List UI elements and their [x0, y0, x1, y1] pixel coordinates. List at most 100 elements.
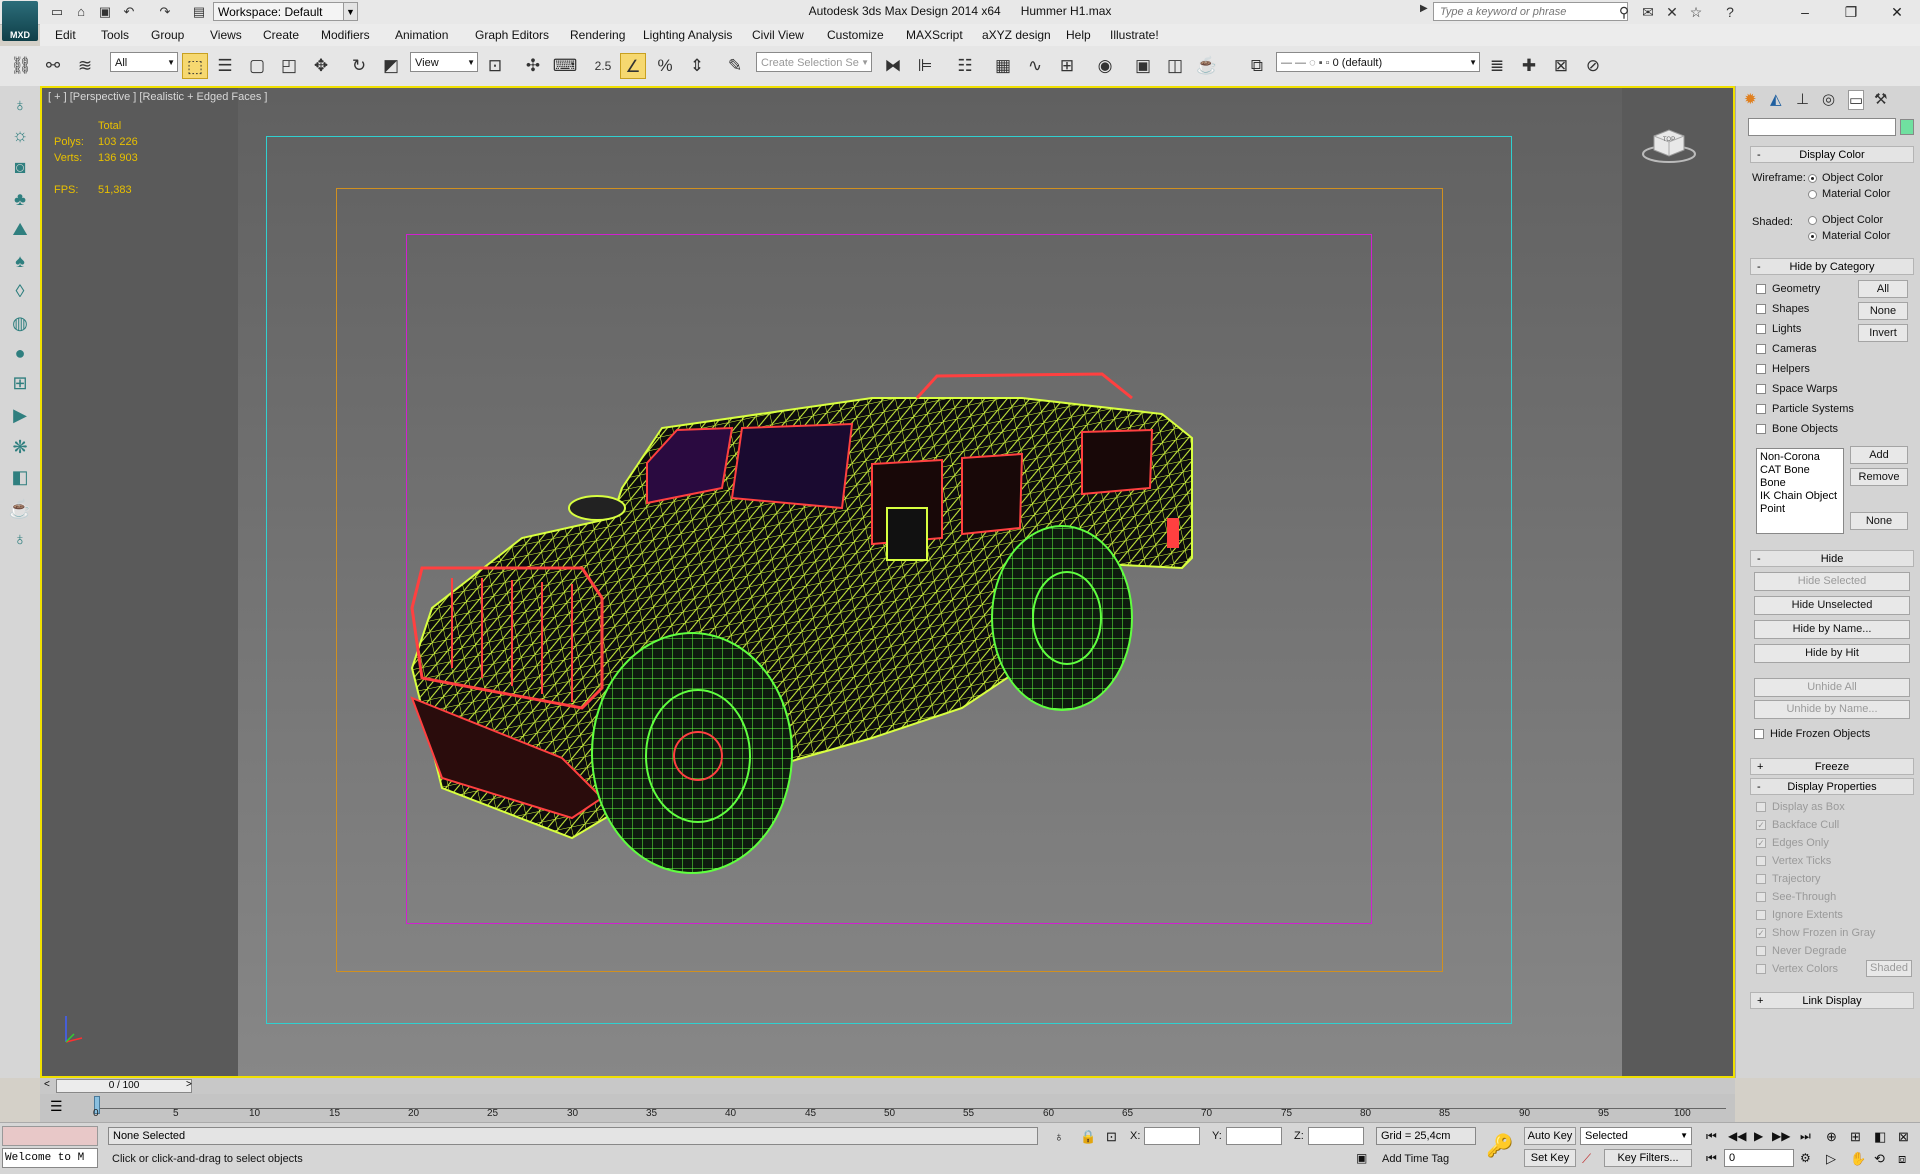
- viewcube-icon[interactable]: TOP: [1642, 124, 1696, 164]
- open-file-icon[interactable]: ⌂: [72, 3, 90, 20]
- display-color-rollout[interactable]: - Display Color: [1750, 146, 1914, 163]
- maxscript-mini-listener[interactable]: Welcome to M: [2, 1148, 98, 1168]
- object-name-input[interactable]: [1748, 118, 1896, 136]
- key-mode-toggle-icon[interactable]: ⏮: [1706, 1151, 1717, 1166]
- hierarchy-tab-icon[interactable]: ⊥: [1796, 90, 1809, 108]
- populate-icon[interactable]: ♣: [6, 186, 34, 212]
- absolute-relative-toggle-icon[interactable]: ⊡: [1106, 1129, 1117, 1145]
- maximize-viewport-icon[interactable]: ⧈: [1898, 1151, 1906, 1167]
- shapes-checkbox[interactable]: [1756, 304, 1766, 314]
- menu-views[interactable]: Views: [210, 24, 242, 46]
- pivot-center-icon[interactable]: ⊡: [482, 53, 508, 79]
- maxscript-mini-listener-top[interactable]: [2, 1126, 98, 1146]
- bone-objects-checkbox[interactable]: [1756, 424, 1766, 434]
- layer-properties-icon[interactable]: ⧉: [1244, 53, 1270, 79]
- never-degrade-checkbox[interactable]: [1756, 946, 1766, 956]
- link-display-rollout[interactable]: + Link Display: [1750, 992, 1914, 1009]
- zoom-icon[interactable]: ⊕: [1826, 1129, 1837, 1145]
- unlink-icon[interactable]: ⚯: [40, 53, 66, 79]
- hummer-wireframe-model[interactable]: [402, 368, 1382, 1008]
- object-color-swatch[interactable]: [1900, 119, 1914, 135]
- add-time-tag-button[interactable]: Add Time Tag: [1382, 1153, 1449, 1165]
- y-coordinate-field[interactable]: [1226, 1127, 1282, 1145]
- maximize-button[interactable]: ❐: [1828, 0, 1874, 24]
- select-by-name-icon[interactable]: ☰: [212, 53, 238, 79]
- binoculars-icon[interactable]: ⚲: [1614, 3, 1634, 21]
- show-frozen-gray-checkbox[interactable]: ✓: [1756, 928, 1766, 938]
- play-arrow-icon[interactable]: ▶: [1420, 3, 1430, 14]
- menu-civil-view[interactable]: Civil View: [752, 24, 804, 46]
- bulb-settings-icon[interactable]: ♁: [6, 526, 34, 552]
- create-layer-icon[interactable]: ≣: [1484, 53, 1510, 79]
- list-item[interactable]: CAT Bone: [1760, 464, 1840, 477]
- curve-editor-icon[interactable]: ∿: [1022, 53, 1048, 79]
- angle-snap-icon[interactable]: ∠: [620, 53, 646, 79]
- modify-tab-icon[interactable]: ◭: [1770, 90, 1782, 108]
- sphere-icon[interactable]: ●: [6, 340, 34, 366]
- terrain-icon[interactable]: ⛰: [6, 216, 34, 242]
- grid-icon[interactable]: ⊞: [6, 370, 34, 396]
- redo-icon[interactable]: ↷: [156, 3, 174, 20]
- scale-icon[interactable]: ◩: [378, 53, 404, 79]
- render-setup-icon[interactable]: ▣: [1130, 53, 1156, 79]
- undo-icon[interactable]: ↶: [120, 3, 138, 20]
- selection-filter-dropdown[interactable]: All ▼: [110, 52, 178, 72]
- none-button[interactable]: None: [1858, 302, 1908, 320]
- layer-manager-icon[interactable]: ☷: [952, 53, 978, 79]
- next-frame-icon[interactable]: >: [186, 1079, 192, 1090]
- link-icon[interactable]: ⛓: [8, 53, 34, 79]
- key-filters-button[interactable]: Key Filters...: [1604, 1149, 1692, 1167]
- add-to-layer-icon[interactable]: ✚: [1516, 53, 1542, 79]
- list-none-button[interactable]: None: [1850, 512, 1908, 530]
- list-item[interactable]: Point: [1760, 503, 1840, 516]
- menu-lighting-analysis[interactable]: Lighting Analysis: [643, 24, 732, 46]
- wireframe-material-color-radio[interactable]: [1808, 190, 1817, 199]
- vertex-colors-shaded-button[interactable]: Shaded: [1866, 960, 1912, 977]
- named-selection-dropdown[interactable]: Create Selection Se ▼: [756, 52, 872, 72]
- time-slider-thumb[interactable]: 0 / 100: [56, 1079, 192, 1093]
- tree-icon[interactable]: ♠: [6, 248, 34, 274]
- graphite-ribbon-icon[interactable]: ▦: [990, 53, 1016, 79]
- hide-by-hit-button[interactable]: Hide by Hit: [1754, 644, 1910, 663]
- list-item[interactable]: Bone: [1760, 477, 1840, 490]
- menu-modifiers[interactable]: Modifiers: [321, 24, 370, 46]
- display-properties-rollout[interactable]: - Display Properties: [1750, 778, 1914, 795]
- go-to-end-icon[interactable]: ⏭: [1800, 1129, 1811, 1144]
- all-button[interactable]: All: [1858, 280, 1908, 298]
- hide-rollout[interactable]: - Hide: [1750, 550, 1914, 567]
- remove-button[interactable]: Remove: [1850, 468, 1908, 486]
- window-crossing-icon[interactable]: ◰: [276, 53, 302, 79]
- menu-help[interactable]: Help: [1066, 24, 1091, 46]
- motion-tab-icon[interactable]: ◎: [1822, 90, 1835, 108]
- unhide-all-button[interactable]: Unhide All: [1754, 678, 1910, 697]
- display-tab-icon[interactable]: ▭: [1848, 90, 1865, 110]
- layer-dropdown[interactable]: — — ◌ ▪ ▫ 0 (default) ▼: [1276, 52, 1480, 72]
- menu-rendering[interactable]: Rendering: [570, 24, 625, 46]
- previous-key-icon[interactable]: ◀◀: [1728, 1129, 1746, 1143]
- see-through-checkbox[interactable]: [1756, 892, 1766, 902]
- add-button[interactable]: Add: [1850, 446, 1908, 464]
- category-list[interactable]: Non-Corona CAT Bone Bone IK Chain Object…: [1756, 448, 1844, 534]
- move-icon[interactable]: ✥: [308, 53, 334, 79]
- pan-view-icon[interactable]: ✋: [1850, 1151, 1866, 1167]
- freeze-rollout[interactable]: + Freeze: [1750, 758, 1914, 775]
- time-slider-track[interactable]: < 0 / 100 >: [40, 1078, 1735, 1094]
- mirror-icon[interactable]: ⧓: [880, 53, 906, 79]
- menu-group[interactable]: Group: [151, 24, 184, 46]
- field-of-view-icon[interactable]: ▷: [1826, 1151, 1836, 1167]
- menu-customize[interactable]: Customize: [827, 24, 884, 46]
- sun-icon[interactable]: ☼: [6, 122, 34, 148]
- space-warps-checkbox[interactable]: [1756, 384, 1766, 394]
- hide-selected-button[interactable]: Hide Selected: [1754, 572, 1910, 591]
- hide-by-category-rollout[interactable]: - Hide by Category: [1750, 258, 1914, 275]
- select-object-icon[interactable]: ⬚: [182, 53, 208, 79]
- trajectory-checkbox[interactable]: [1756, 874, 1766, 884]
- previous-frame-icon[interactable]: <: [44, 1079, 50, 1090]
- workspace-dropdown[interactable]: Workspace: Default: [213, 2, 358, 21]
- close-button[interactable]: ✕: [1874, 0, 1920, 24]
- particle-systems-checkbox[interactable]: [1756, 404, 1766, 414]
- play-icon[interactable]: ▶: [1754, 1129, 1763, 1143]
- orbit-icon[interactable]: ⟲: [1874, 1151, 1885, 1167]
- set-key-mode-icon[interactable]: 🔑: [1486, 1133, 1513, 1159]
- menu-edit[interactable]: Edit: [55, 24, 76, 46]
